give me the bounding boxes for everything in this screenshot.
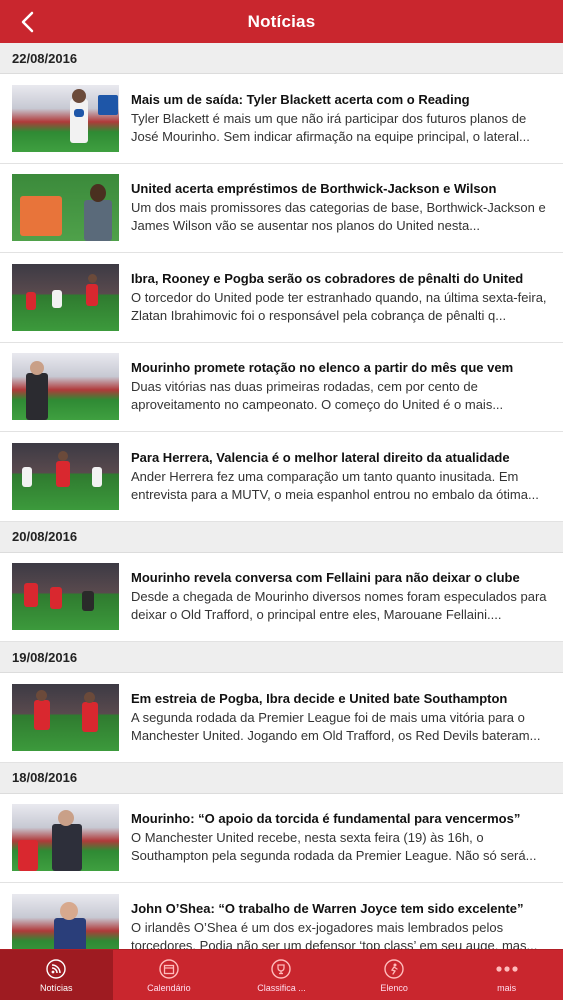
tab-label: mais bbox=[497, 982, 517, 993]
news-summary: O torcedor do United pode ter estranhado… bbox=[131, 289, 547, 323]
news-item[interactable]: Ibra, Rooney e Pogba serão os cobradores… bbox=[0, 253, 563, 343]
date-header: 20/08/2016 bbox=[0, 521, 563, 553]
news-thumbnail bbox=[12, 683, 119, 751]
news-item[interactable]: John O’Shea: “O trabalho de Warren Joyce… bbox=[0, 883, 563, 949]
news-title: John O’Shea: “O trabalho de Warren Joyce… bbox=[131, 900, 524, 916]
tab-label: Calendário bbox=[147, 982, 191, 993]
chevron-left-icon bbox=[21, 11, 34, 33]
news-thumbnail bbox=[12, 563, 119, 631]
tab-label: Elenco bbox=[380, 982, 408, 993]
news-summary: Desde a chegada de Mourinho diversos nom… bbox=[131, 589, 547, 623]
page-title: Notícias bbox=[247, 11, 316, 31]
news-thumbnail bbox=[12, 263, 119, 331]
news-title: Em estreia de Pogba, Ibra decide e Unite… bbox=[131, 690, 508, 706]
news-title: Ibra, Rooney e Pogba serão os cobradores… bbox=[131, 270, 524, 286]
news-item[interactable]: Mais um de saída: Tyler Blackett acerta … bbox=[0, 74, 563, 164]
news-summary: Tyler Blackett é mais um que não irá par… bbox=[131, 110, 530, 144]
news-title: Mourinho revela conversa com Fellaini pa… bbox=[131, 570, 520, 586]
news-feed[interactable]: 22/08/2016 Mais um de saída: Tyler Black… bbox=[0, 43, 563, 949]
date-header: 19/08/2016 bbox=[0, 642, 563, 673]
date-header: 22/08/2016 bbox=[0, 43, 563, 74]
news-title: Para Herrera, Valencia é o melhor latera… bbox=[131, 449, 510, 465]
news-title: Mais um de saída: Tyler Blackett acerta … bbox=[131, 91, 470, 107]
tab-classificacao[interactable]: Classifica ... bbox=[225, 950, 338, 1000]
news-summary: O Manchester United recebe, nesta sexta … bbox=[131, 830, 537, 864]
news-summary: O irlandês O’Shea é um dos ex-jogadores … bbox=[131, 919, 538, 949]
tab-label: Notícias bbox=[40, 982, 73, 993]
news-thumbnail bbox=[12, 353, 119, 421]
news-item[interactable]: United acerta empréstimos de Borthwick-J… bbox=[0, 163, 563, 253]
news-title: Mourinho promete rotação no elenco a par… bbox=[131, 360, 514, 376]
news-summary: A segunda rodada da Premier League foi d… bbox=[131, 709, 541, 743]
tab-mais[interactable]: mais bbox=[450, 950, 563, 1000]
back-button[interactable] bbox=[12, 8, 42, 36]
calendar-icon bbox=[159, 958, 179, 979]
news-thumbnail bbox=[12, 84, 119, 152]
tab-elenco[interactable]: Elenco bbox=[338, 950, 451, 1000]
bottom-tab-bar: Notícias Calendário Classifica ... Elenc… bbox=[0, 949, 563, 1000]
more-icon bbox=[496, 965, 518, 972]
rss-icon bbox=[46, 958, 66, 979]
date-header: 18/08/2016 bbox=[0, 762, 563, 794]
news-thumbnail bbox=[12, 442, 119, 510]
news-thumbnail bbox=[12, 804, 119, 872]
tab-calendario[interactable]: Calendário bbox=[113, 950, 226, 1000]
app-header: Notícias bbox=[0, 0, 563, 43]
news-item[interactable]: Mourinho revela conversa com Fellaini pa… bbox=[0, 552, 563, 642]
news-title: United acerta empréstimos de Borthwick-J… bbox=[131, 181, 497, 197]
player-icon bbox=[384, 958, 404, 979]
news-title: Mourinho: “O apoio da torcida é fundamen… bbox=[131, 811, 521, 827]
news-item[interactable]: Para Herrera, Valencia é o melhor latera… bbox=[0, 432, 563, 522]
news-summary: Duas vitórias nas duas primeiras rodadas… bbox=[131, 379, 504, 413]
news-item[interactable]: Em estreia de Pogba, Ibra decide e Unite… bbox=[0, 673, 563, 763]
trophy-icon bbox=[271, 958, 292, 979]
news-summary: Um dos mais promissores das categorias d… bbox=[131, 200, 546, 234]
tab-noticias[interactable]: Notícias bbox=[0, 950, 113, 1000]
tab-label: Classifica ... bbox=[257, 982, 306, 993]
news-thumbnail bbox=[12, 893, 119, 949]
news-thumbnail bbox=[12, 174, 119, 242]
news-item[interactable]: Mourinho: “O apoio da torcida é fundamen… bbox=[0, 793, 563, 883]
news-item[interactable]: Mourinho promete rotação no elenco a par… bbox=[0, 342, 563, 432]
news-summary: Ander Herrera fez uma comparação um tant… bbox=[131, 468, 539, 502]
